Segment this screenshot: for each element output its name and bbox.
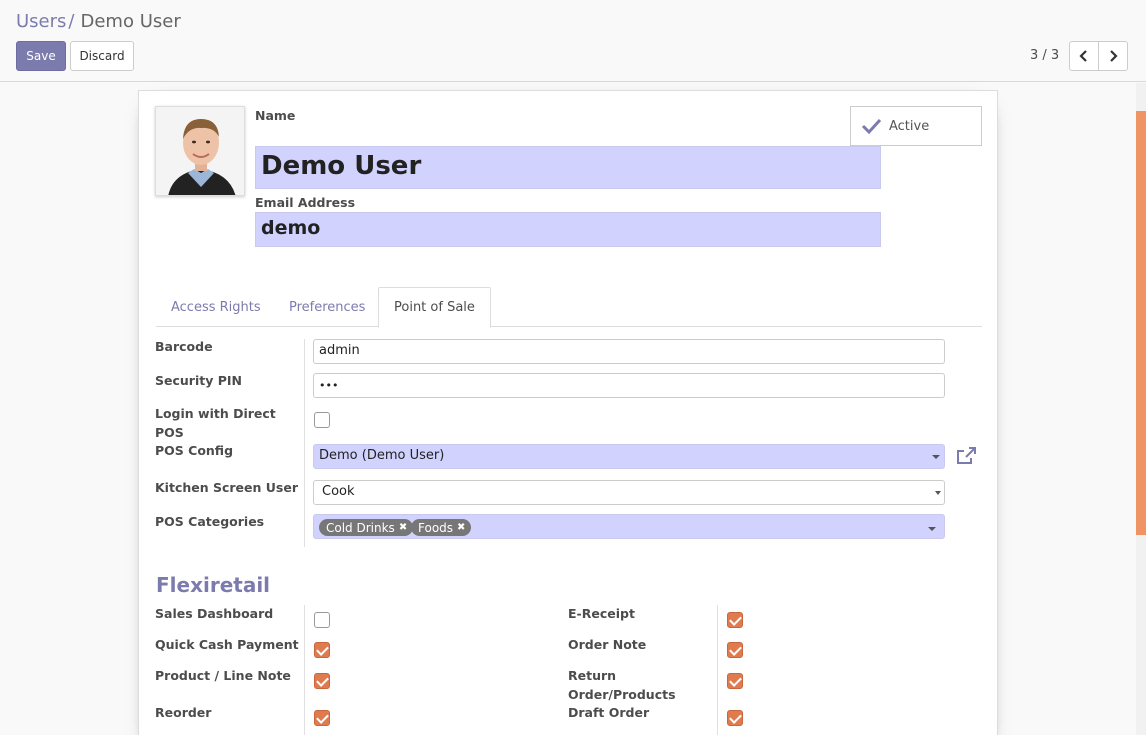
tab-preferences[interactable]: Preferences (274, 287, 380, 327)
e-receipt-label: E-Receipt (568, 606, 635, 621)
order-note-checkbox[interactable] (727, 642, 743, 658)
e-receipt-checkbox[interactable] (727, 612, 743, 628)
pager-next-button[interactable] (1098, 41, 1128, 71)
return-order-checkbox[interactable] (727, 673, 743, 689)
remove-tag-icon[interactable]: ✖ (457, 522, 465, 533)
category-tag: Cold Drinks ✖ (319, 519, 414, 536)
breadcrumb-current: Demo User (80, 11, 181, 32)
breadcrumb: Users / Demo User (16, 11, 181, 32)
scrollbar-thumb[interactable] (1136, 111, 1146, 535)
category-tag-label: Foods (418, 520, 454, 535)
scrollbar[interactable] (1136, 83, 1146, 735)
sales-dashboard-checkbox[interactable] (314, 612, 330, 628)
line-note-checkbox[interactable] (314, 673, 330, 689)
category-tag-label: Cold Drinks (326, 520, 395, 535)
order-note-label: Order Note (568, 637, 647, 652)
draft-order-checkbox[interactable] (727, 710, 743, 726)
email-input[interactable]: demo (255, 212, 881, 247)
dropdown-caret-icon (932, 455, 940, 459)
security-pin-label: Security PIN (155, 373, 242, 388)
flexiretail-title: Flexiretail (156, 573, 271, 597)
kitchen-user-label: Kitchen Screen User (155, 480, 298, 495)
pos-config-label: POS Config (155, 443, 234, 458)
kitchen-user-value: Cook (322, 484, 355, 499)
pos-config-select[interactable]: Demo (Demo User) (313, 444, 945, 469)
form-sheet: Name Demo User Email Address demo Active… (138, 90, 998, 735)
security-pin-input[interactable]: ••• (313, 373, 945, 398)
login-direct-label-line2: POS (155, 425, 184, 440)
draft-order-label: Draft Order (568, 705, 650, 720)
active-toggle-button[interactable]: Active (850, 106, 982, 146)
name-input[interactable]: Demo User (255, 146, 881, 189)
pos-config-value: Demo (Demo User) (319, 448, 445, 463)
dropdown-caret-icon (935, 491, 941, 495)
pager-previous-button[interactable] (1069, 41, 1099, 71)
tab-point-of-sale[interactable]: Point of Sale (378, 287, 491, 328)
barcode-label: Barcode (155, 339, 213, 354)
field-divider (304, 339, 305, 547)
category-tag: Foods ✖ (411, 519, 472, 536)
reorder-checkbox[interactable] (314, 710, 330, 726)
line-note-label: Product / Line Note (155, 668, 291, 683)
quick-cash-checkbox[interactable] (314, 642, 330, 658)
pager-value[interactable]: 3 / 3 (1030, 48, 1059, 63)
tab-access-rights[interactable]: Access Rights (156, 287, 276, 327)
barcode-input[interactable]: admin (313, 339, 945, 364)
discard-button[interactable]: Discard (70, 41, 134, 71)
pos-categories-input[interactable]: Cold Drinks ✖ Foods ✖ (313, 514, 945, 539)
chevron-left-icon (1079, 50, 1087, 62)
field-divider (717, 605, 718, 735)
control-panel: Users / Demo User Save Discard 3 / 3 (0, 0, 1146, 82)
return-order-label-line2: Order/Products (568, 687, 676, 702)
sales-dashboard-label: Sales Dashboard (155, 606, 274, 621)
remove-tag-icon[interactable]: ✖ (399, 522, 407, 533)
breadcrumb-users-link[interactable]: Users (16, 11, 66, 32)
notebook-tabs: Access Rights Preferences Point of Sale (156, 287, 982, 328)
pos-categories-label: POS Categories (155, 514, 265, 529)
login-direct-checkbox[interactable] (314, 412, 330, 428)
name-label: Name (255, 108, 296, 123)
user-photo (156, 107, 244, 195)
save-button[interactable]: Save (16, 41, 66, 71)
login-direct-label-line1: Login with Direct (155, 406, 276, 421)
quick-cash-label: Quick Cash Payment (155, 637, 299, 652)
breadcrumb-separator: / (68, 11, 75, 32)
user-avatar[interactable] (155, 106, 245, 196)
email-label: Email Address (255, 195, 356, 210)
external-link-icon[interactable] (956, 447, 976, 465)
chevron-right-icon (1110, 50, 1118, 62)
dropdown-caret-icon (928, 527, 936, 531)
active-label: Active (889, 118, 930, 134)
field-divider (304, 605, 305, 735)
kitchen-user-select[interactable]: Cook (313, 480, 945, 505)
reorder-label: Reorder (155, 705, 212, 720)
return-order-label-line1: Return (568, 668, 617, 683)
checkmark-icon (861, 118, 881, 135)
